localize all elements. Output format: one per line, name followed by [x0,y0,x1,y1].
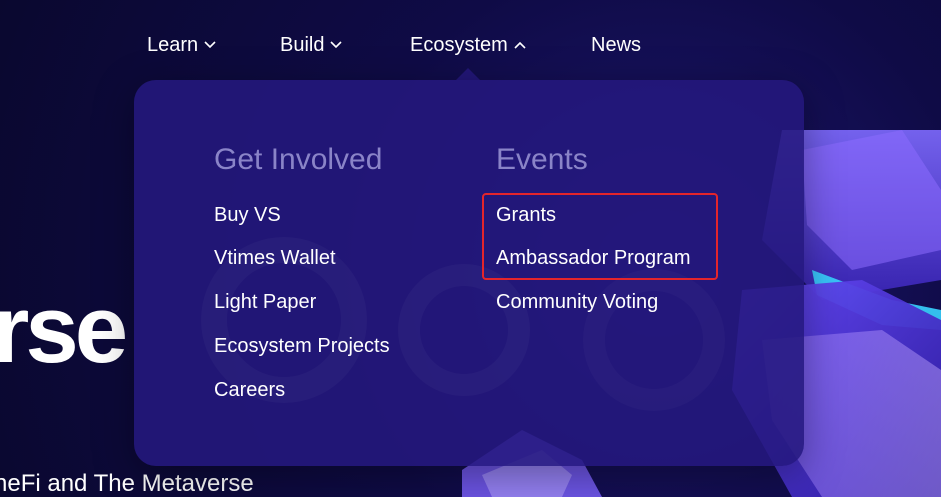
chevron-down-icon [204,41,216,49]
nav-ecosystem-label: Ecosystem [410,33,508,56]
link-vtimes-wallet[interactable]: Vtimes Wallet [214,246,336,270]
dropdown-caret [456,68,480,80]
hero-headline: rse [0,276,128,383]
top-nav: Learn Build Ecosystem News [0,28,941,64]
link-community-voting[interactable]: Community Voting [496,290,658,314]
link-ecosystem-projects[interactable]: Ecosystem Projects [214,334,390,358]
nav-ecosystem[interactable]: Ecosystem [410,28,526,62]
link-buy-vs[interactable]: Buy VS [214,203,281,227]
link-light-paper[interactable]: Light Paper [214,290,316,314]
page: rse neFi and The Metaverse Learn Build E… [0,0,941,497]
link-ambassador-program[interactable]: Ambassador Program [496,246,691,270]
nav-build-label: Build [280,33,325,56]
link-grants[interactable]: Grants [496,203,556,227]
ecosystem-dropdown: Get Involved Buy VS Vtimes Wallet Light … [134,80,804,466]
chevron-down-icon [330,41,343,49]
column-title-get-involved: Get Involved [214,143,383,176]
link-careers[interactable]: Careers [214,378,285,402]
nav-learn-label: Learn [147,33,199,56]
hero-subheadline: neFi and The Metaverse [0,470,254,497]
nav-news[interactable]: News [591,28,641,62]
chevron-up-icon [514,41,526,49]
nav-learn[interactable]: Learn [147,28,216,62]
nav-news-label: News [591,33,642,56]
nav-build[interactable]: Build [280,28,343,62]
dropdown-watermark [134,80,804,466]
column-title-events: Events [496,143,588,176]
